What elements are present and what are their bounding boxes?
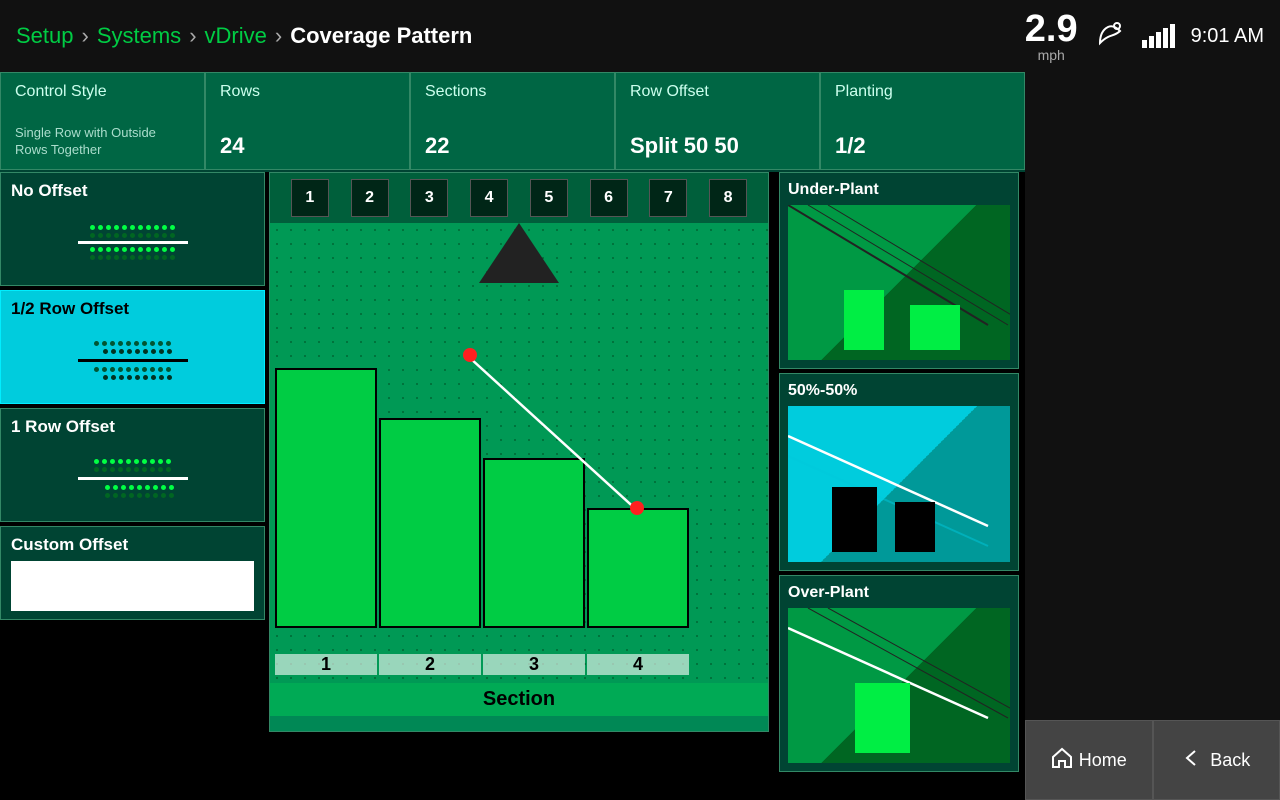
no-offset-option[interactable]: No Offset bbox=[0, 172, 265, 286]
home-icon bbox=[1051, 747, 1073, 774]
diagram-top-numbers: 1 2 3 4 5 6 7 8 bbox=[270, 173, 768, 223]
nav-buttons: Home Back bbox=[1025, 720, 1280, 800]
red-dot-1 bbox=[463, 348, 477, 362]
speed-display: 2.9 mph bbox=[1025, 10, 1078, 62]
over-plant-label: Over-Plant bbox=[788, 584, 1010, 602]
sep1: › bbox=[82, 23, 89, 49]
home-label: Home bbox=[1079, 750, 1127, 771]
sections-value: 22 bbox=[425, 133, 600, 159]
top-num-4: 4 bbox=[470, 179, 508, 217]
status-area: 2.9 mph 9:01 AM bbox=[1025, 10, 1264, 62]
half-row-offset-label: 1/2 Row Offset bbox=[11, 299, 254, 319]
over-plant-chart[interactable]: Over-Plant bbox=[779, 575, 1019, 772]
fifty-fifty-label: 50%-50% bbox=[788, 382, 1010, 400]
top-num-6: 6 bbox=[590, 179, 628, 217]
back-icon bbox=[1182, 747, 1204, 774]
under-plant-lines bbox=[788, 205, 1010, 360]
custom-offset-box: Custom Offset bbox=[0, 526, 265, 620]
info-card-row-offset[interactable]: Row Offset Split 50 50 bbox=[615, 72, 820, 170]
fifty-fifty-chart[interactable]: 50%-50% bbox=[779, 373, 1019, 570]
top-num-1: 1 bbox=[291, 179, 329, 217]
info-card-sections[interactable]: Sections 22 bbox=[410, 72, 615, 170]
breadcrumb-setup[interactable]: Setup bbox=[16, 23, 74, 49]
control-style-label: Control Style bbox=[15, 83, 190, 101]
rows-label: Rows bbox=[220, 83, 395, 101]
info-card-planting[interactable]: Planting 1/2 bbox=[820, 72, 1025, 170]
info-card-control-style[interactable]: Control Style Single Row with Outside Ro… bbox=[0, 72, 205, 170]
breadcrumb-systems[interactable]: Systems bbox=[97, 23, 181, 49]
bottom-label-1: 1 bbox=[275, 654, 377, 675]
one-row-offset-label: 1 Row Offset bbox=[11, 417, 254, 437]
fifty-bar2 bbox=[895, 502, 935, 552]
top-num-2: 2 bbox=[351, 179, 389, 217]
back-label: Back bbox=[1210, 750, 1250, 771]
page-title: Coverage Pattern bbox=[290, 23, 472, 49]
sections-label: Sections bbox=[425, 83, 600, 101]
over-plant-body bbox=[788, 608, 1010, 763]
time-display: 9:01 AM bbox=[1191, 25, 1264, 48]
one-row-offset-option[interactable]: 1 Row Offset bbox=[0, 408, 265, 522]
red-dot-2 bbox=[630, 501, 644, 515]
top-num-5: 5 bbox=[530, 179, 568, 217]
half-row-offset-option[interactable]: 1/2 Row Offset bbox=[0, 290, 265, 404]
info-cards-row: Control Style Single Row with Outside Ro… bbox=[0, 72, 1025, 172]
bottom-label-4: 4 bbox=[587, 654, 689, 675]
sep2: › bbox=[189, 23, 196, 49]
custom-offset-input[interactable] bbox=[11, 561, 254, 611]
signal-icon bbox=[1094, 17, 1126, 56]
top-bar: Setup › Systems › vDrive › Coverage Patt… bbox=[0, 0, 1280, 72]
section-bars bbox=[275, 368, 689, 628]
diagram-body: 1 2 3 4 bbox=[270, 223, 768, 683]
bottom-label-3: 3 bbox=[483, 654, 585, 675]
signal-bars bbox=[1142, 24, 1175, 48]
left-panel: No Offset 1/2 Row Offset bbox=[0, 172, 265, 772]
under-plant-bar1 bbox=[844, 290, 884, 350]
top-num-8: 8 bbox=[709, 179, 747, 217]
breadcrumb: Setup › Systems › vDrive › Coverage Patt… bbox=[16, 23, 472, 49]
rows-value: 24 bbox=[220, 133, 395, 159]
back-button[interactable]: Back bbox=[1153, 720, 1280, 800]
under-plant-label: Under-Plant bbox=[788, 181, 1010, 199]
section-label: Section bbox=[270, 683, 768, 716]
bottom-label-2: 2 bbox=[379, 654, 481, 675]
no-offset-preview bbox=[11, 207, 254, 277]
under-plant-body bbox=[788, 205, 1010, 360]
control-style-value: Single Row with Outside Rows Together bbox=[15, 125, 190, 159]
fifty-bar1 bbox=[832, 487, 877, 552]
under-plant-bar2 bbox=[910, 305, 960, 350]
mini-charts: Under-Plant 50%-50% Over-Plant bbox=[779, 172, 1019, 772]
center-diagram: 1 2 3 4 5 6 7 8 1 2 3 4 Sec bbox=[269, 172, 769, 732]
over-plant-bar bbox=[855, 683, 910, 753]
fifty-fifty-body bbox=[788, 406, 1010, 561]
speed-unit: mph bbox=[1025, 48, 1078, 62]
bottom-section-labels: 1 2 3 4 bbox=[275, 654, 689, 675]
row-offset-value: Split 50 50 bbox=[630, 133, 805, 159]
custom-offset-label: Custom Offset bbox=[11, 535, 254, 555]
no-offset-label: No Offset bbox=[11, 181, 254, 201]
home-button[interactable]: Home bbox=[1025, 720, 1153, 800]
half-row-offset-preview bbox=[11, 325, 254, 395]
under-plant-chart[interactable]: Under-Plant bbox=[779, 172, 1019, 369]
planting-label: Planting bbox=[835, 83, 1010, 101]
breadcrumb-vdrive[interactable]: vDrive bbox=[205, 23, 267, 49]
top-num-7: 7 bbox=[649, 179, 687, 217]
row-offset-label: Row Offset bbox=[630, 83, 805, 101]
top-num-3: 3 bbox=[410, 179, 448, 217]
triangle-indicator bbox=[479, 223, 559, 283]
planting-value: 1/2 bbox=[835, 133, 1010, 159]
one-row-offset-preview bbox=[11, 443, 254, 513]
info-card-rows[interactable]: Rows 24 bbox=[205, 72, 410, 170]
speed-value: 2.9 bbox=[1025, 10, 1078, 48]
sep3: › bbox=[275, 23, 282, 49]
right-sidebar: Home Back bbox=[1025, 72, 1280, 800]
